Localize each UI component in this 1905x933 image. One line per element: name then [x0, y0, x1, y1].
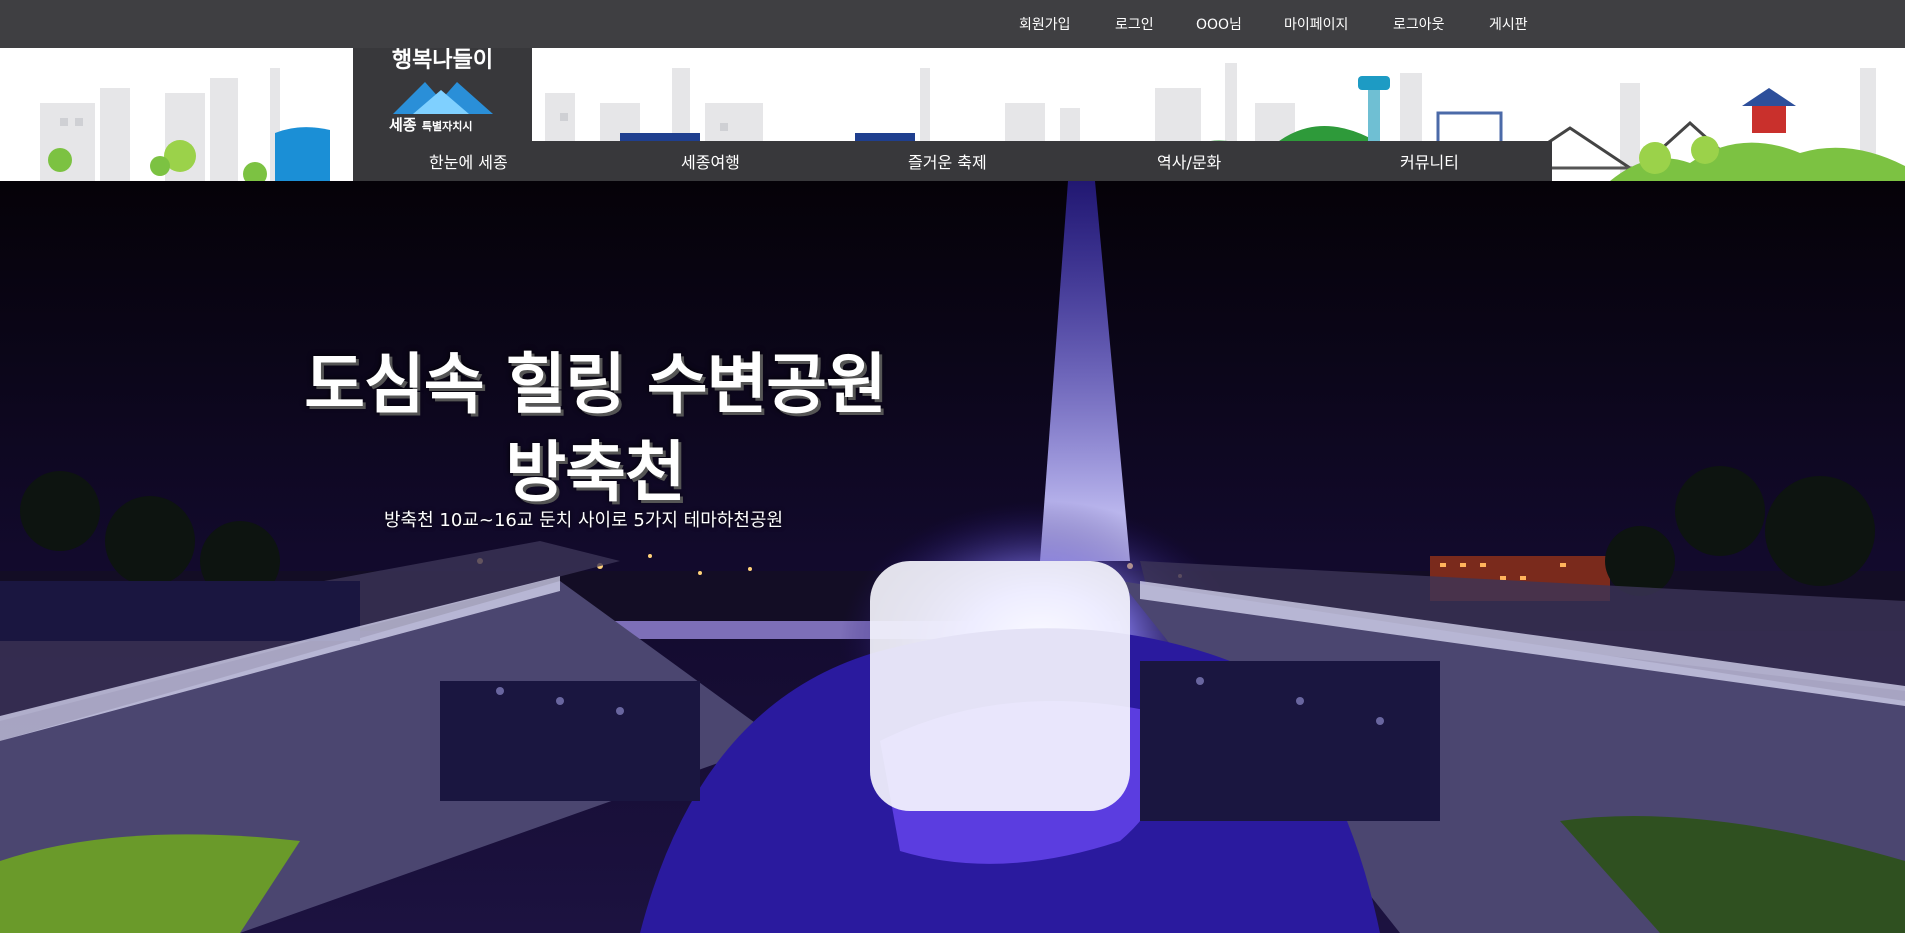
login-link[interactable]: 로그인	[1115, 14, 1154, 34]
main-nav: 한눈에 세종 세종여행 즐거운 축제 역사/문화 커뮤니티	[429, 141, 1552, 181]
nav-festival[interactable]: 즐거운 축제	[908, 149, 987, 173]
hero-subtitle: 방축천 10교~16교 둔치 사이로 5가지 테마하천공원	[384, 510, 784, 531]
signup-link[interactable]: 회원가입	[1019, 14, 1071, 34]
hero-banner: 도심속 힐링 수변공원 방축천 방축천 10교~16교 둔치 사이로 5가지 테…	[0, 181, 1905, 933]
logo-city-sub: 특별자치시	[421, 120, 473, 133]
hero-title: 도심속 힐링 수변공원 방축천	[260, 341, 930, 517]
logo-city-name: 세종	[389, 116, 417, 134]
nav-sejong-travel[interactable]: 세종여행	[681, 149, 740, 173]
board-link[interactable]: 게시판	[1489, 14, 1528, 34]
logo-title: 행복나들이	[391, 48, 494, 73]
username-link[interactable]: OOO님	[1196, 14, 1242, 34]
hero-title-line2: 방축천	[505, 434, 685, 511]
top-utility-bar: 회원가입 로그인 OOO님 마이페이지 로그아웃 게시판	[0, 0, 1905, 48]
hero-photo-fountain	[0, 181, 1905, 933]
nav-history-culture[interactable]: 역사/문화	[1157, 149, 1221, 173]
logo-city: 세종 특별자치시	[389, 114, 472, 135]
sejong-emblem-icon	[393, 82, 493, 114]
nav-sejong-overview[interactable]: 한눈에 세종	[429, 149, 508, 173]
mypage-link[interactable]: 마이페이지	[1284, 14, 1348, 34]
hero-title-line1: 도심속 힐링 수변공원	[304, 346, 886, 423]
nav-community[interactable]: 커뮤니티	[1400, 149, 1459, 173]
logout-link[interactable]: 로그아웃	[1393, 14, 1445, 34]
